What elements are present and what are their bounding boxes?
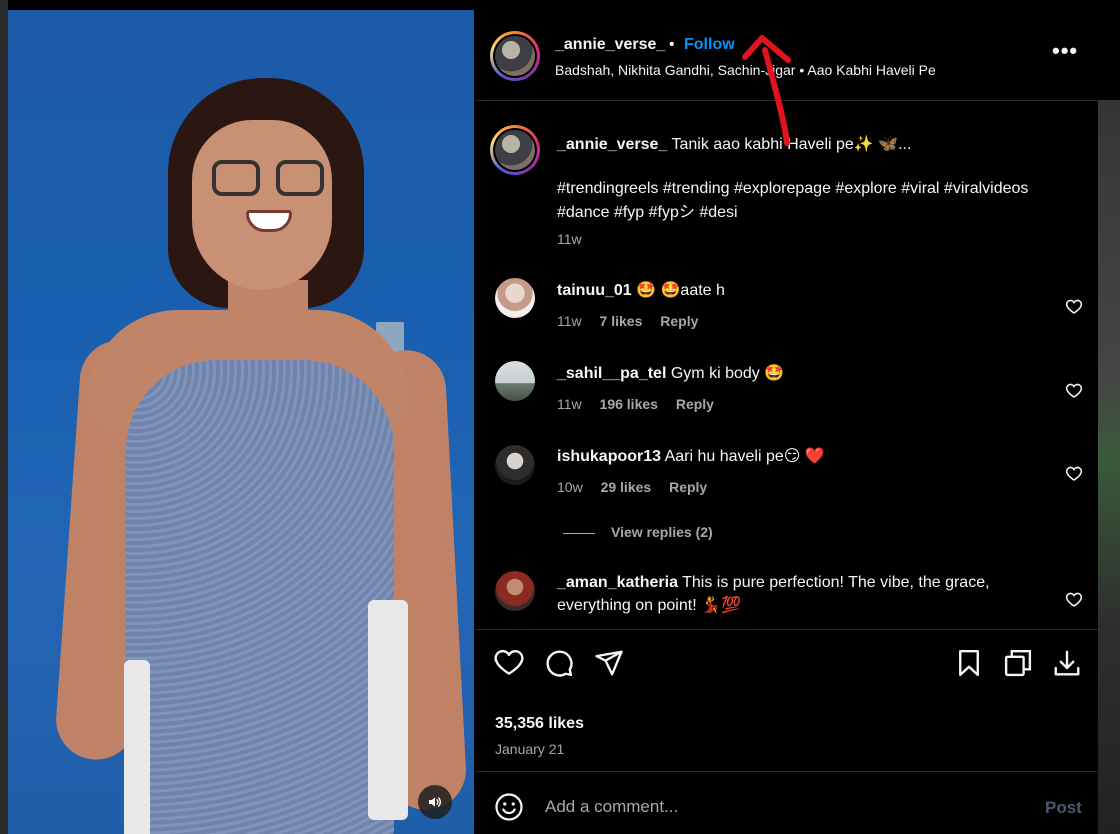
caption-time: 11w bbox=[557, 231, 582, 247]
author-username[interactable]: _annie_verse_ bbox=[555, 36, 665, 54]
comment-username[interactable]: ishukapoor13 bbox=[557, 448, 661, 465]
caption-username[interactable]: _annie_verse_ bbox=[557, 136, 667, 153]
video-figure-dress bbox=[126, 360, 394, 834]
comment-body: _aman_katheria This is pure perfection! … bbox=[557, 571, 1027, 617]
heart-icon[interactable] bbox=[494, 648, 524, 678]
caption-body: Tanik aao kabhi Haveli pe✨ 🦋... bbox=[671, 136, 912, 153]
caption-hashtags[interactable]: #trendingreels #trending #explorepage #e… bbox=[557, 177, 1082, 225]
download-icon[interactable] bbox=[1052, 648, 1082, 678]
comment-meta: 10w 29 likes Reply bbox=[557, 479, 721, 495]
heart-icon[interactable] bbox=[1065, 382, 1083, 400]
caption-avatar[interactable] bbox=[490, 125, 540, 175]
post-date: January 21 bbox=[495, 741, 565, 757]
mute-button[interactable] bbox=[418, 785, 452, 819]
video-figure-cloth-right bbox=[368, 600, 408, 820]
comment-likes[interactable]: 196 likes bbox=[600, 396, 658, 412]
comment-body: _sahil__pa_tel Gym ki body 🤩 bbox=[557, 362, 1037, 385]
comment-input[interactable] bbox=[545, 794, 1015, 820]
commenter-avatar[interactable] bbox=[495, 361, 535, 401]
view-replies-button[interactable]: View replies (2) bbox=[563, 524, 713, 540]
likes-count[interactable]: 35,356 likes bbox=[495, 715, 584, 733]
comment-meta: 11w 196 likes Reply bbox=[557, 396, 728, 412]
copy-icon[interactable] bbox=[1003, 648, 1033, 678]
follow-button[interactable]: Follow bbox=[684, 36, 735, 54]
heart-icon[interactable] bbox=[1065, 465, 1083, 483]
reel-video[interactable] bbox=[8, 10, 474, 834]
post-header: _annie_verse_ • Follow Badshah, Nikhita … bbox=[475, 10, 1098, 101]
speaker-icon bbox=[429, 797, 441, 807]
comment-likes[interactable]: 29 likes bbox=[601, 479, 652, 495]
reply-button[interactable]: Reply bbox=[676, 396, 714, 412]
comment-item: _sahil__pa_tel Gym ki body 🤩 11w 196 lik… bbox=[475, 361, 1098, 431]
comment-time: 11w bbox=[557, 313, 582, 329]
heart-icon[interactable] bbox=[1065, 298, 1083, 316]
smiley-icon[interactable] bbox=[494, 792, 524, 822]
action-bar: 35,356 likes January 21 bbox=[475, 629, 1098, 757]
comment-username[interactable]: _sahil__pa_tel bbox=[557, 365, 666, 382]
more-options-icon[interactable]: ••• bbox=[1052, 38, 1078, 64]
heart-icon[interactable] bbox=[1065, 591, 1083, 609]
comment-username[interactable]: tainuu_01 bbox=[557, 282, 632, 299]
comment-body: tainuu_01 🤩 🤩aate h bbox=[557, 279, 1037, 302]
view-replies-label: View replies (2) bbox=[611, 524, 713, 540]
comment-composer: Post bbox=[475, 771, 1098, 834]
comment-item: tainuu_01 🤩 🤩aate h 11w 7 likes Reply bbox=[475, 278, 1098, 348]
header-separator: • bbox=[669, 36, 675, 53]
comment-time: 11w bbox=[557, 396, 582, 412]
comment-username[interactable]: _aman_katheria bbox=[557, 574, 678, 591]
reply-button[interactable]: Reply bbox=[660, 313, 698, 329]
commenter-avatar[interactable] bbox=[495, 571, 535, 611]
comment-body: ishukapoor13 Aari hu haveli pe😏 ❤️ bbox=[557, 445, 1037, 468]
video-figure-glasses bbox=[212, 160, 324, 200]
video-figure-face bbox=[192, 120, 332, 290]
bookmark-icon[interactable] bbox=[954, 648, 984, 678]
post-comment-button[interactable]: Post bbox=[1045, 798, 1082, 818]
comment-likes[interactable]: 7 likes bbox=[600, 313, 643, 329]
paper-plane-icon[interactable] bbox=[594, 648, 624, 678]
right-backdrop bbox=[1098, 0, 1120, 834]
post-detail-panel: _annie_verse_ • Follow Badshah, Nikhita … bbox=[475, 10, 1098, 834]
view-replies-divider bbox=[563, 532, 595, 534]
caption-text: _annie_verse_ Tanik aao kabhi Haveli pe✨… bbox=[557, 133, 1082, 157]
video-figure-cloth-left bbox=[124, 660, 150, 834]
author-avatar[interactable] bbox=[490, 31, 540, 81]
commenter-avatar[interactable] bbox=[495, 278, 535, 318]
comment-text: 🤩 🤩aate h bbox=[636, 282, 725, 299]
commenter-avatar[interactable] bbox=[495, 445, 535, 485]
audio-attribution[interactable]: Badshah, Nikhita Gandhi, Sachin-Jigar • … bbox=[555, 62, 936, 78]
comment-meta: 11w 7 likes Reply bbox=[557, 313, 712, 329]
comment-text: Gym ki body 🤩 bbox=[670, 365, 785, 382]
comment-bubble-icon[interactable] bbox=[544, 648, 574, 678]
comment-text: Aari hu haveli pe😏 ❤️ bbox=[664, 448, 825, 465]
comment-item: ishukapoor13 Aari hu haveli pe😏 ❤️ 10w 2… bbox=[475, 445, 1098, 515]
comment-time: 10w bbox=[557, 479, 583, 495]
reply-button[interactable]: Reply bbox=[669, 479, 707, 495]
left-backdrop bbox=[0, 0, 8, 834]
